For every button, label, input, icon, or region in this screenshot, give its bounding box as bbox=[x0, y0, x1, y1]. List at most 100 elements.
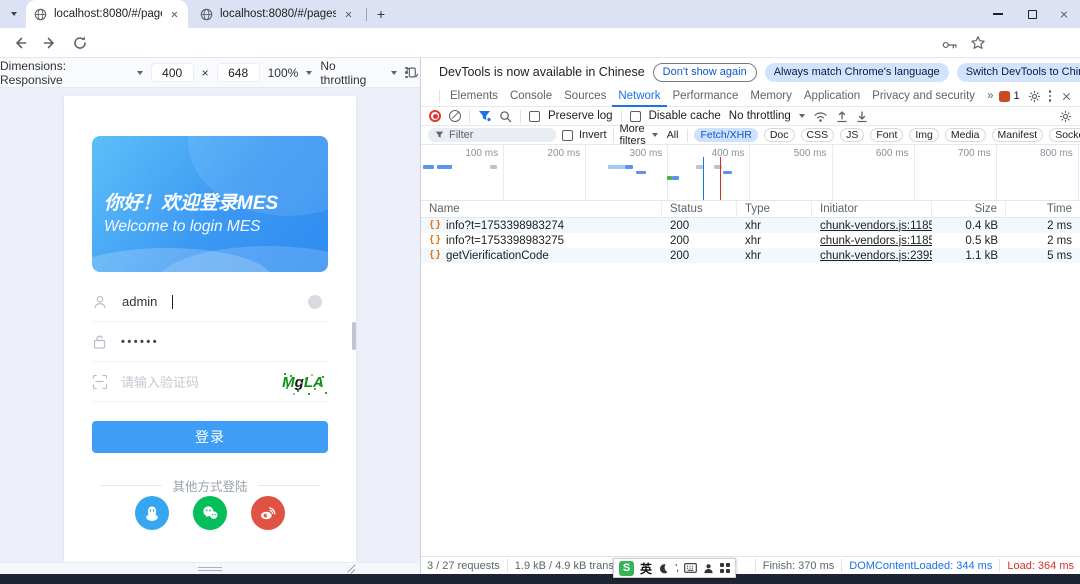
more-tabs-icon[interactable]: » bbox=[981, 86, 999, 107]
column-header-initiator[interactable]: Initiator bbox=[812, 201, 932, 218]
match-language-button[interactable]: Always match Chrome's language bbox=[765, 63, 949, 82]
column-header-type[interactable]: Type bbox=[737, 201, 812, 218]
qq-login-icon[interactable] bbox=[135, 496, 169, 530]
initiator-link[interactable]: chunk-vendors.js:23954 bbox=[820, 250, 932, 262]
sogou-logo-icon[interactable]: S bbox=[619, 561, 634, 576]
chip-css[interactable]: CSS bbox=[801, 128, 835, 142]
device-viewport: 你好！欢迎登录MES Welcome to login MES admin ••… bbox=[0, 88, 420, 574]
chip-fetch-xhr[interactable]: Fetch/XHR bbox=[694, 128, 757, 142]
page-scrollbar[interactable] bbox=[352, 322, 356, 350]
viewport-height-input[interactable]: 648 bbox=[217, 63, 260, 82]
search-icon[interactable] bbox=[499, 110, 512, 123]
chip-img[interactable]: Img bbox=[909, 128, 939, 142]
devtools-settings-gear-icon[interactable] bbox=[1028, 90, 1041, 103]
more-filters-button[interactable]: More filters bbox=[620, 123, 646, 147]
tab-search-icon[interactable] bbox=[7, 7, 21, 21]
captcha-field[interactable]: 请输入验证码 M g L A bbox=[92, 362, 328, 402]
password-key-icon[interactable] bbox=[942, 37, 958, 53]
network-request-row[interactable]: {}info?t=1753398983275 200 xhr chunk-ven… bbox=[421, 233, 1080, 248]
back-icon[interactable] bbox=[12, 35, 28, 51]
column-header-name[interactable]: Name bbox=[421, 201, 662, 218]
initiator-link[interactable]: chunk-vendors.js:11858 bbox=[820, 235, 932, 247]
ime-toolbar[interactable]: S 英 ’, bbox=[613, 558, 736, 578]
network-conditions-icon[interactable] bbox=[813, 110, 828, 123]
network-table-header: Name Status Type Initiator Size Time bbox=[421, 201, 1080, 218]
captcha-image[interactable]: M g L A bbox=[280, 369, 326, 396]
window-maximize-button[interactable] bbox=[1016, 0, 1048, 28]
tab-console[interactable]: Console bbox=[504, 86, 558, 107]
zoom-select[interactable]: 100% bbox=[268, 66, 299, 80]
timeline-tick-label: 300 ms bbox=[630, 148, 663, 159]
viewport-width-input[interactable]: 400 bbox=[151, 63, 194, 82]
new-tab-button[interactable]: + bbox=[372, 5, 390, 23]
wechat-login-icon[interactable] bbox=[193, 496, 227, 530]
tab-close-icon[interactable] bbox=[169, 9, 180, 20]
chip-media[interactable]: Media bbox=[945, 128, 986, 142]
filter-input[interactable]: Filter bbox=[428, 128, 556, 142]
viewport-corner-resize-handle[interactable] bbox=[346, 564, 356, 574]
ime-punctuation-toggle[interactable]: ’, bbox=[675, 563, 678, 574]
disable-cache-checkbox[interactable] bbox=[630, 111, 641, 122]
username-field[interactable]: admin bbox=[92, 282, 328, 322]
tab-sources[interactable]: Sources bbox=[558, 86, 612, 107]
network-request-row[interactable]: {}getVierificationCode 200 xhr chunk-ven… bbox=[421, 248, 1080, 263]
password-field[interactable]: •••••• bbox=[92, 322, 328, 362]
chip-js[interactable]: JS bbox=[840, 128, 864, 142]
viewport-resize-handle[interactable] bbox=[198, 567, 222, 571]
forward-icon[interactable] bbox=[42, 35, 58, 51]
record-network-log-icon[interactable] bbox=[429, 110, 441, 122]
tab-network[interactable]: Network bbox=[612, 86, 666, 107]
devtools-infobar: DevTools is now available in Chinese Don… bbox=[421, 58, 1080, 86]
tab-privacy-security[interactable]: Privacy and security bbox=[866, 86, 981, 107]
browser-tab-login[interactable]: localhost:8080/#/pages/logi bbox=[26, 0, 188, 28]
switch-to-chinese-button[interactable]: Switch DevTools to Chinese bbox=[957, 63, 1080, 82]
preserve-log-checkbox[interactable] bbox=[529, 111, 540, 122]
request-type: xhr bbox=[737, 250, 812, 262]
chip-all[interactable]: All bbox=[664, 128, 682, 142]
tab-elements[interactable]: Elements bbox=[444, 86, 504, 107]
chip-font[interactable]: Font bbox=[870, 128, 903, 142]
login-button[interactable]: 登录 bbox=[92, 421, 328, 453]
throttling-select[interactable]: No throttling bbox=[320, 59, 383, 87]
initiator-link[interactable]: chunk-vendors.js:11858 bbox=[820, 220, 932, 232]
column-header-size[interactable]: Size bbox=[932, 201, 1006, 218]
lock-icon bbox=[92, 334, 107, 350]
import-har-icon[interactable] bbox=[836, 110, 848, 123]
tab-close-icon[interactable] bbox=[343, 9, 354, 20]
window-close-button[interactable] bbox=[1048, 0, 1080, 28]
ime-keyboard-icon[interactable] bbox=[684, 563, 697, 573]
export-har-icon[interactable] bbox=[856, 110, 868, 123]
dimensions-select[interactable]: Dimensions: Responsive bbox=[0, 59, 129, 87]
window-minimize-button[interactable] bbox=[982, 0, 1014, 28]
network-throttling-select[interactable]: No throttling bbox=[729, 110, 791, 122]
tab-memory[interactable]: Memory bbox=[744, 86, 798, 107]
issues-badge[interactable]: 1 bbox=[999, 90, 1019, 102]
column-header-time[interactable]: Time bbox=[1006, 201, 1080, 218]
reload-icon[interactable] bbox=[72, 35, 88, 51]
ime-moon-icon[interactable] bbox=[658, 563, 669, 574]
ime-tools-grid-icon[interactable] bbox=[720, 563, 730, 573]
devtools-menu-icon[interactable] bbox=[1049, 90, 1052, 102]
clear-network-log-icon[interactable] bbox=[449, 110, 461, 122]
weibo-login-icon[interactable] bbox=[251, 496, 285, 530]
column-header-status[interactable]: Status bbox=[662, 201, 737, 218]
chip-manifest[interactable]: Manifest bbox=[992, 128, 1044, 142]
ime-language-toggle[interactable]: 英 bbox=[640, 560, 652, 577]
filter-funnel-icon[interactable] bbox=[478, 110, 491, 122]
tab-application[interactable]: Application bbox=[798, 86, 866, 107]
tab-performance[interactable]: Performance bbox=[667, 86, 745, 107]
devtools-close-icon[interactable] bbox=[1060, 90, 1073, 103]
chip-socket[interactable]: Socket bbox=[1049, 128, 1080, 142]
network-overview[interactable]: 100 ms200 ms300 ms400 ms500 ms600 ms700 … bbox=[421, 145, 1080, 201]
request-time: 2 ms bbox=[1006, 235, 1080, 247]
network-request-row[interactable]: {}info?t=1753398983274 200 xhr chunk-ven… bbox=[421, 218, 1080, 233]
other-login-label: 其他方式登陆 bbox=[172, 476, 247, 495]
ime-user-icon[interactable] bbox=[703, 563, 714, 574]
bookmark-star-icon[interactable] bbox=[970, 35, 986, 51]
device-toolbar-menu-icon[interactable] bbox=[405, 67, 408, 79]
browser-tab-menu[interactable]: localhost:8080/#/pages/men bbox=[192, 0, 362, 28]
network-settings-gear-icon[interactable] bbox=[1059, 110, 1072, 123]
invert-checkbox[interactable] bbox=[562, 130, 573, 141]
dont-show-again-button[interactable]: Don't show again bbox=[653, 63, 757, 82]
chip-doc[interactable]: Doc bbox=[764, 128, 795, 142]
